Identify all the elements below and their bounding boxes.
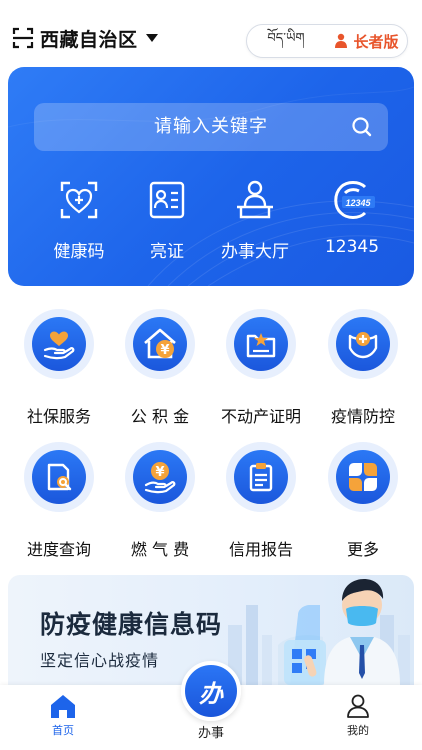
elder-person-icon	[335, 33, 348, 48]
search-placeholder: 请输入关键字	[154, 116, 268, 137]
service-housing-fund[interactable]: ¥ 公 积 金	[110, 309, 210, 427]
housing-fund-icon: ¥	[144, 328, 176, 359]
service-icon-bg	[24, 442, 94, 512]
service-label: 信用报告	[228, 540, 293, 559]
top-bar: 西藏自治区 བོད་ཡིག 长者版	[0, 0, 422, 72]
service-icon-bg	[328, 309, 398, 379]
service-label: 不动产证明	[220, 407, 301, 426]
home-icon	[51, 695, 75, 718]
service-label: 燃 气 费	[130, 540, 190, 559]
tab-me-label: 我的	[347, 724, 369, 737]
hero-card: 请输入关键字 健康码 亮证 办事大厅 12345 12345	[8, 67, 414, 286]
service-social-security[interactable]: 社保服务	[9, 309, 109, 427]
service-hall-icon	[237, 180, 273, 219]
service-icon-bg: ¥	[125, 309, 195, 379]
search-input[interactable]: 请输入关键字	[34, 103, 388, 151]
service-label: 进度查询	[26, 540, 91, 559]
service-label: 社保服务	[26, 407, 91, 426]
service-icon-bg	[328, 442, 398, 512]
quick-action-id-card[interactable]: 亮证	[117, 177, 217, 262]
tab-home[interactable]: 首页	[23, 693, 103, 738]
service-icon-bg	[226, 309, 296, 379]
banner-title: 防疫健康信息码	[40, 610, 223, 639]
property-certificate-icon	[246, 333, 276, 358]
progress-query-icon	[47, 463, 72, 491]
elder-mode-button[interactable]: 长者版	[325, 31, 407, 52]
service-label: 更多	[346, 540, 379, 559]
tibetan-language-button[interactable]: བོད་ཡིག	[247, 23, 325, 60]
quick-action-label: 12345	[324, 237, 380, 257]
banner-subtitle: 坚定信心战疫情	[40, 651, 160, 670]
health-code-icon	[60, 181, 98, 219]
region-selector[interactable]: 西藏自治区	[12, 25, 158, 52]
service-icon-inner: ¥	[133, 450, 187, 504]
elder-mode-label: 长者版	[353, 32, 399, 51]
gas-fee-icon: ¥	[144, 462, 176, 494]
currency-symbol: ¥	[160, 343, 169, 358]
service-icon-inner	[32, 317, 86, 371]
service-icon-bg: ¥	[125, 442, 195, 512]
quick-action-service-hall[interactable]: 办事大厅	[205, 177, 305, 262]
search-icon[interactable]	[350, 115, 374, 139]
quick-actions: 健康码 亮证 办事大厅 12345 12345	[8, 177, 414, 267]
doctor-illustration	[284, 579, 400, 685]
bottom-nav: 首页 办 办事 我的	[0, 661, 422, 750]
chevron-down-icon[interactable]	[145, 34, 158, 42]
credit-report-icon	[249, 463, 273, 492]
tab-service-label[interactable]: 办事	[171, 722, 251, 741]
currency-symbol: ¥	[155, 465, 164, 480]
quick-action-health-code[interactable]: 健康码	[29, 177, 129, 262]
hotline-badge-text: 12345	[345, 198, 371, 208]
service-property-certificate[interactable]: 不动产证明	[211, 309, 311, 427]
service-icon-inner: ¥	[133, 317, 187, 371]
epidemic-control-icon	[348, 332, 378, 359]
service-credit-report[interactable]: 信用报告	[211, 442, 311, 560]
scan-icon[interactable]	[12, 27, 34, 49]
more-icon	[349, 463, 377, 491]
id-card-icon	[149, 181, 185, 219]
service-icon-bg	[24, 309, 94, 379]
service-gas-fee[interactable]: ¥ 燃 气 费	[110, 442, 210, 560]
language-mode-switch: བོད་ཡིག 长者版	[246, 24, 408, 58]
user-icon	[347, 694, 369, 718]
quick-action-label: 办事大厅	[221, 242, 289, 262]
service-progress-query[interactable]: 进度查询	[9, 442, 109, 560]
region-label[interactable]: 西藏自治区	[40, 25, 138, 52]
service-label: 疫情防控	[330, 407, 395, 426]
service-icon-bg	[226, 442, 296, 512]
service-glyph-icon: 办	[199, 679, 223, 708]
service-icon-inner	[234, 450, 288, 504]
social-security-icon	[43, 331, 75, 360]
tab-me[interactable]: 我的	[318, 693, 398, 738]
service-label: 公 积 金	[130, 407, 190, 426]
service-epidemic-control[interactable]: 疫情防控	[313, 309, 413, 427]
hotline-12345-icon: 12345	[334, 181, 375, 219]
tab-service-center-button[interactable]: 办	[181, 661, 241, 721]
service-icon-inner	[336, 317, 390, 371]
tab-home-label: 首页	[52, 724, 74, 737]
service-icon-inner	[336, 450, 390, 504]
quick-action-hotline[interactable]: 12345 12345	[302, 177, 402, 257]
service-icon-inner	[32, 450, 86, 504]
quick-action-label: 亮证	[150, 242, 184, 262]
quick-action-label: 健康码	[53, 242, 105, 262]
service-icon-inner	[234, 317, 288, 371]
service-more[interactable]: 更多	[313, 442, 413, 560]
